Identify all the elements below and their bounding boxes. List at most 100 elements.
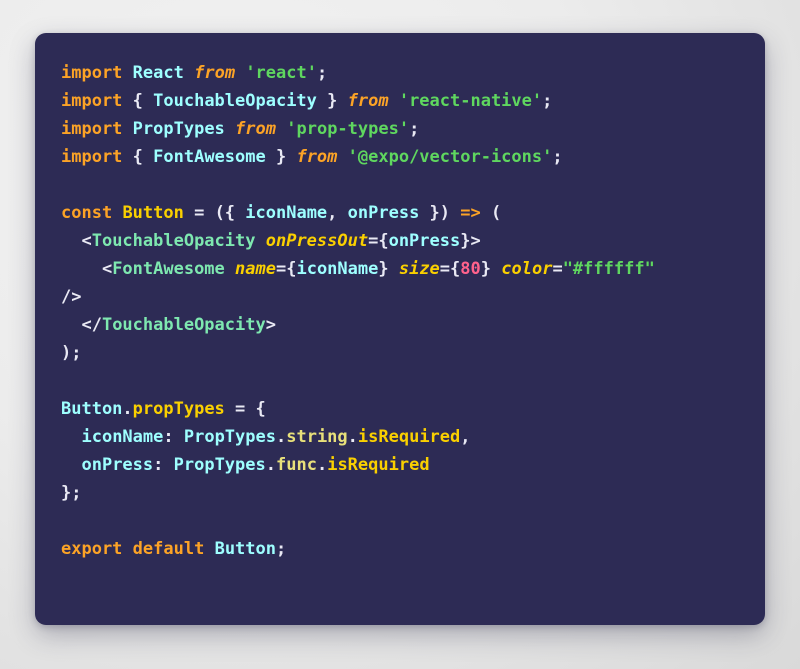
code-token: from (347, 91, 389, 111)
code-token: isRequired (357, 427, 461, 447)
code-token: { (122, 91, 154, 111)
code-token: ); (61, 343, 82, 363)
code-token: default (132, 539, 205, 559)
code-line: </TouchableOpacity> (61, 311, 743, 339)
code-token: = (552, 259, 563, 279)
code-token: . (122, 399, 133, 419)
code-token: ( (480, 203, 502, 223)
code-token: , (327, 203, 348, 223)
code-token: . (265, 455, 276, 475)
code-token: = { (224, 399, 266, 419)
code-line: /> (61, 283, 743, 311)
code-token: } (316, 91, 348, 111)
code-token: func (276, 455, 317, 475)
code-token: ; (316, 63, 328, 83)
code-token: from (296, 147, 338, 167)
code-token: = ({ (183, 203, 246, 223)
code-token: iconName (81, 427, 164, 447)
code-token: from (235, 119, 276, 139)
code-token: 'react-native' (398, 91, 543, 111)
code-token: : (163, 427, 184, 447)
code-line: const Button = ({ iconName, onPress }) =… (61, 199, 743, 227)
code-token: PropTypes (183, 427, 276, 447)
code-token: React (132, 63, 184, 83)
code-line: import { TouchableOpacity } from 'react-… (61, 87, 743, 115)
code-token: Button (61, 399, 123, 419)
code-token: : (153, 455, 174, 475)
code-token: ; (552, 147, 563, 167)
code-token: } (265, 147, 297, 167)
code-token: size (398, 259, 440, 279)
code-token: propTypes (132, 399, 225, 419)
code-token: Button (122, 203, 184, 223)
code-token: Button (214, 539, 276, 559)
code-token: . (347, 427, 358, 447)
code-token: FontAwesome (112, 259, 225, 279)
code-token: </ (61, 315, 102, 335)
code-token: PropTypes (132, 119, 225, 139)
code-line: ); (61, 339, 743, 367)
code-token: > (265, 315, 276, 335)
code-line: <FontAwesome name={iconName} size={80} c… (61, 255, 743, 283)
code-token: ; (276, 539, 287, 559)
code-token: 'prop-types' (286, 119, 410, 139)
code-token: FontAwesome (153, 147, 266, 167)
code-token: , (460, 427, 471, 447)
code-token: 80 (460, 259, 481, 279)
code-token: TouchableOpacity (91, 231, 256, 251)
code-token: => (460, 203, 481, 223)
code-token: /> (61, 287, 82, 307)
code-token: onPress (81, 455, 154, 475)
code-token: { (122, 147, 154, 167)
code-token: const (61, 203, 113, 223)
code-token: import (61, 119, 123, 139)
code-token: < (61, 259, 113, 279)
code-token: } (378, 259, 399, 279)
code-token: color (501, 259, 553, 279)
code-token: ={ (275, 259, 297, 279)
code-block[interactable]: import React from 'react'; import { Touch… (61, 59, 743, 563)
code-token: }) (419, 203, 461, 223)
code-line: <TouchableOpacity onPressOut={onPress}> (61, 227, 743, 255)
code-token: . (275, 427, 287, 447)
code-token: }; (61, 483, 82, 503)
code-line: import { FontAwesome } from '@expo/vecto… (61, 143, 743, 171)
code-token: string (286, 427, 348, 447)
code-token: export (61, 539, 123, 559)
code-token: import (61, 91, 123, 111)
code-token: } (480, 259, 502, 279)
code-token: isRequired (327, 455, 430, 475)
code-token: onPress (347, 203, 420, 223)
code-token: 'react' (245, 63, 317, 83)
code-token: name (235, 259, 276, 279)
code-token: ; (409, 119, 420, 139)
code-line: import PropTypes from 'prop-types'; (61, 115, 743, 143)
code-token: onPress (388, 231, 461, 251)
code-token: TouchableOpacity (101, 315, 266, 335)
code-line: Button.propTypes = { (61, 395, 743, 423)
code-token: import (61, 63, 123, 83)
screenshot-stage: import React from 'react'; import { Touch… (0, 0, 800, 669)
code-line: export default Button; (61, 535, 743, 563)
code-line: import React from 'react'; (61, 59, 743, 87)
code-token: import (61, 147, 123, 167)
code-token: TouchableOpacity (153, 91, 317, 111)
code-token: PropTypes (173, 455, 266, 475)
code-token: ={ (368, 231, 389, 251)
code-line: iconName: PropTypes.string.isRequired, (61, 423, 743, 451)
